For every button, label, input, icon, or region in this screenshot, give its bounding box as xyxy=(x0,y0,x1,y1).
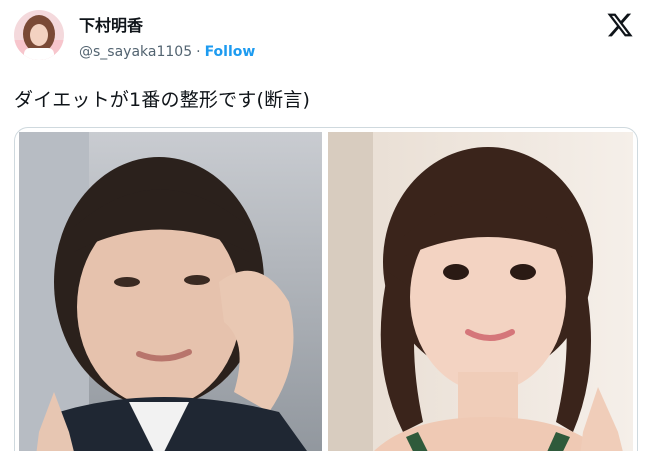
display-name[interactable]: 下村明香 xyxy=(79,12,143,36)
after-photo[interactable] xyxy=(328,132,633,451)
tweet-card: 下村明香 @s_sayaka1105 · Follow ダイエットが1番の整形です(… xyxy=(0,0,650,451)
tweet-text: ダイエットが1番の整形です(断言) xyxy=(14,89,311,111)
separator: · xyxy=(196,44,201,60)
handle[interactable]: @s_sayaka1105 xyxy=(79,44,192,60)
avatar[interactable] xyxy=(14,10,64,60)
avatar-image xyxy=(14,10,64,60)
follow-button[interactable]: Follow xyxy=(205,44,256,60)
media-container[interactable] xyxy=(14,127,638,451)
before-photo[interactable] xyxy=(19,132,322,451)
handle-row: @s_sayaka1105 · Follow xyxy=(79,44,255,60)
x-logo-icon[interactable] xyxy=(606,11,634,39)
